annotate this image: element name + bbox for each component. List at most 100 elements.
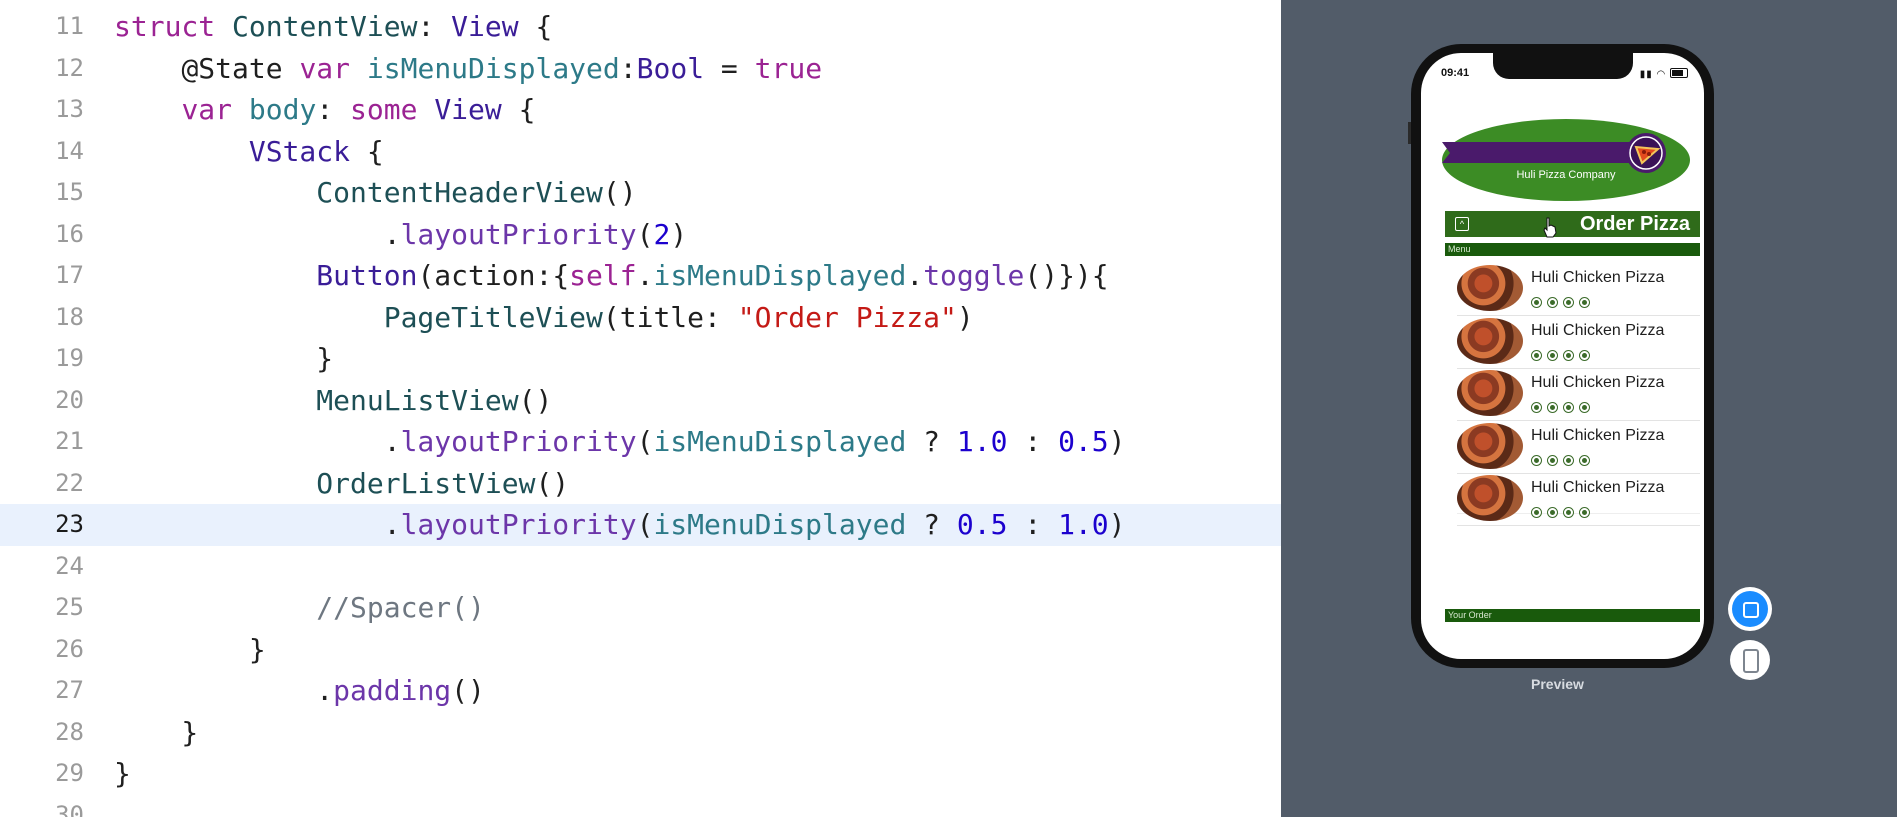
code-line[interactable]: 29} bbox=[0, 753, 1281, 795]
code-text[interactable]: var body: some View { bbox=[114, 89, 535, 131]
code-line[interactable]: 12 @State var isMenuDisplayed:Bool = tru… bbox=[0, 48, 1281, 90]
code-token: var bbox=[299, 51, 351, 85]
code-text[interactable]: Button(action:{self.isMenuDisplayed.togg… bbox=[114, 255, 1108, 297]
rating-dot-icon bbox=[1579, 454, 1590, 466]
pizza-image bbox=[1457, 370, 1523, 416]
line-number: 30 bbox=[55, 800, 84, 817]
canvas-preview-pane: 09:41 ▮▮ ◠ Huli Pizza Company ^ Order Pi… bbox=[1281, 0, 1897, 817]
rating-dot-icon bbox=[1563, 297, 1574, 308]
code-line[interactable]: 19 } bbox=[0, 338, 1281, 380]
rating-dot-icon bbox=[1531, 402, 1542, 413]
menu-list-item[interactable]: Huli Chicken Pizza bbox=[1457, 368, 1700, 421]
code-token: "Order Pizza" bbox=[737, 300, 957, 334]
rating bbox=[1531, 295, 1595, 308]
code-token: 1.0 bbox=[1058, 508, 1109, 541]
code-line[interactable]: 22 OrderListView() bbox=[0, 463, 1281, 505]
code-line[interactable]: 20 MenuListView() bbox=[0, 380, 1281, 422]
code-line[interactable]: 13 var body: some View { bbox=[0, 89, 1281, 131]
code-text[interactable]: PageTitleView(title: "Order Pizza") bbox=[114, 297, 974, 339]
pizza-name: Huli Chicken Pizza bbox=[1531, 479, 1665, 496]
code-text[interactable]: MenuListView() bbox=[114, 380, 552, 422]
code-text[interactable]: .layoutPriority(2) bbox=[114, 214, 687, 256]
menu-list-item[interactable]: Huli Chicken Pizza bbox=[1457, 473, 1700, 526]
rating-dot-icon bbox=[1547, 402, 1558, 413]
code-token: var bbox=[181, 93, 233, 126]
code-token: (title: bbox=[602, 300, 738, 334]
code-token: } bbox=[114, 342, 334, 375]
code-text[interactable]: .layoutPriority(isMenuDisplayed ? 1.0 : … bbox=[114, 421, 1126, 463]
code-token: ? bbox=[906, 508, 957, 541]
code-text[interactable]: //Spacer() bbox=[114, 587, 485, 629]
live-preview-button[interactable] bbox=[1728, 587, 1772, 631]
device-screen: 09:41 ▮▮ ◠ Huli Pizza Company ^ Order Pi… bbox=[1421, 53, 1704, 659]
code-token: () bbox=[451, 674, 485, 707]
code-token: : bbox=[417, 10, 452, 43]
code-text[interactable]: VStack { bbox=[114, 131, 384, 173]
code-token: MenuListView bbox=[316, 383, 519, 417]
device-icon bbox=[1743, 649, 1759, 673]
code-line[interactable]: 26 } bbox=[0, 629, 1281, 671]
menu-list-item[interactable]: Huli Chicken Pizza bbox=[1457, 263, 1700, 316]
code-text[interactable]: } bbox=[114, 712, 198, 754]
code-line[interactable]: 21 .layoutPriority(isMenuDisplayed ? 1.0… bbox=[0, 421, 1281, 463]
rating bbox=[1531, 453, 1595, 466]
code-token: { bbox=[501, 93, 536, 126]
code-line[interactable]: 30 bbox=[0, 795, 1281, 817]
code-token: } bbox=[114, 757, 131, 790]
code-token: isMenuDisplayed bbox=[366, 51, 620, 85]
code-line[interactable]: 28 } bbox=[0, 712, 1281, 754]
code-token: { bbox=[350, 134, 384, 168]
status-bar-icons: ▮▮ ◠ bbox=[1640, 67, 1688, 80]
device-settings-button[interactable] bbox=[1730, 640, 1770, 680]
code-token: . bbox=[383, 508, 401, 541]
code-line[interactable]: 23 .layoutPriority(isMenuDisplayed ? 0.5… bbox=[0, 504, 1281, 546]
code-line[interactable]: 16 .layoutPriority(2) bbox=[0, 214, 1281, 256]
code-token: ) bbox=[1108, 425, 1126, 458]
code-text[interactable]: } bbox=[114, 338, 333, 380]
code-line[interactable]: 24 bbox=[0, 546, 1281, 588]
code-token: ? bbox=[906, 425, 957, 458]
code-line[interactable]: 25 //Spacer() bbox=[0, 587, 1281, 629]
page-title: Order Pizza bbox=[1579, 213, 1690, 235]
code-token: (action:{ bbox=[417, 259, 570, 292]
rating-dot-icon bbox=[1547, 454, 1558, 466]
rating-dot-icon bbox=[1547, 349, 1558, 361]
code-text[interactable]: @State var isMenuDisplayed:Bool = true bbox=[114, 48, 822, 90]
code-text[interactable]: .layoutPriority(isMenuDisplayed ? 0.5 : … bbox=[114, 504, 1126, 546]
code-line[interactable]: 27 .padding() bbox=[0, 670, 1281, 712]
code-token: struct bbox=[114, 10, 216, 43]
code-line[interactable]: 14 VStack { bbox=[0, 131, 1281, 173]
code-token: ContentHeaderView bbox=[316, 176, 603, 209]
code-token: padding bbox=[333, 674, 452, 707]
code-line[interactable]: 18 PageTitleView(title: "Order Pizza") bbox=[0, 297, 1281, 339]
code-line[interactable]: 17 Button(action:{self.isMenuDisplayed.t… bbox=[0, 255, 1281, 297]
code-text[interactable]: .padding() bbox=[114, 670, 485, 712]
code-token: } bbox=[114, 715, 199, 749]
code-line[interactable]: 15 ContentHeaderView() bbox=[0, 172, 1281, 214]
code-text[interactable]: ContentHeaderView() bbox=[114, 172, 636, 214]
code-token: { bbox=[518, 10, 553, 43]
hand-cursor-icon bbox=[1543, 217, 1557, 238]
menu-list-item[interactable]: Huli Chicken Pizza bbox=[1457, 421, 1700, 474]
code-editor[interactable]: 11 struct ContentView: View {12 @State va… bbox=[0, 0, 1281, 817]
pizza-image bbox=[1457, 317, 1523, 364]
line-number: 19 bbox=[55, 344, 84, 372]
code-token: @State bbox=[181, 51, 283, 85]
code-text[interactable]: } bbox=[114, 753, 131, 795]
menu-list-item[interactable]: Huli Chicken Pizza bbox=[1457, 316, 1700, 369]
code-token: . bbox=[636, 259, 654, 292]
signal-icon: ▮▮ bbox=[1639, 69, 1653, 80]
code-text[interactable]: } bbox=[114, 629, 266, 671]
code-text[interactable]: OrderListView() bbox=[114, 463, 569, 505]
code-token: ( bbox=[636, 508, 654, 541]
code-token: 1.0 bbox=[956, 425, 1008, 458]
order-pizza-toggle-button[interactable]: ^ Order Pizza bbox=[1445, 211, 1700, 238]
code-text[interactable]: struct ContentView: View { bbox=[114, 6, 552, 48]
code-line[interactable]: 11 struct ContentView: View { bbox=[0, 6, 1281, 48]
code-token: PageTitleView bbox=[383, 300, 603, 334]
pizza-name: Huli Chicken Pizza bbox=[1531, 321, 1665, 339]
